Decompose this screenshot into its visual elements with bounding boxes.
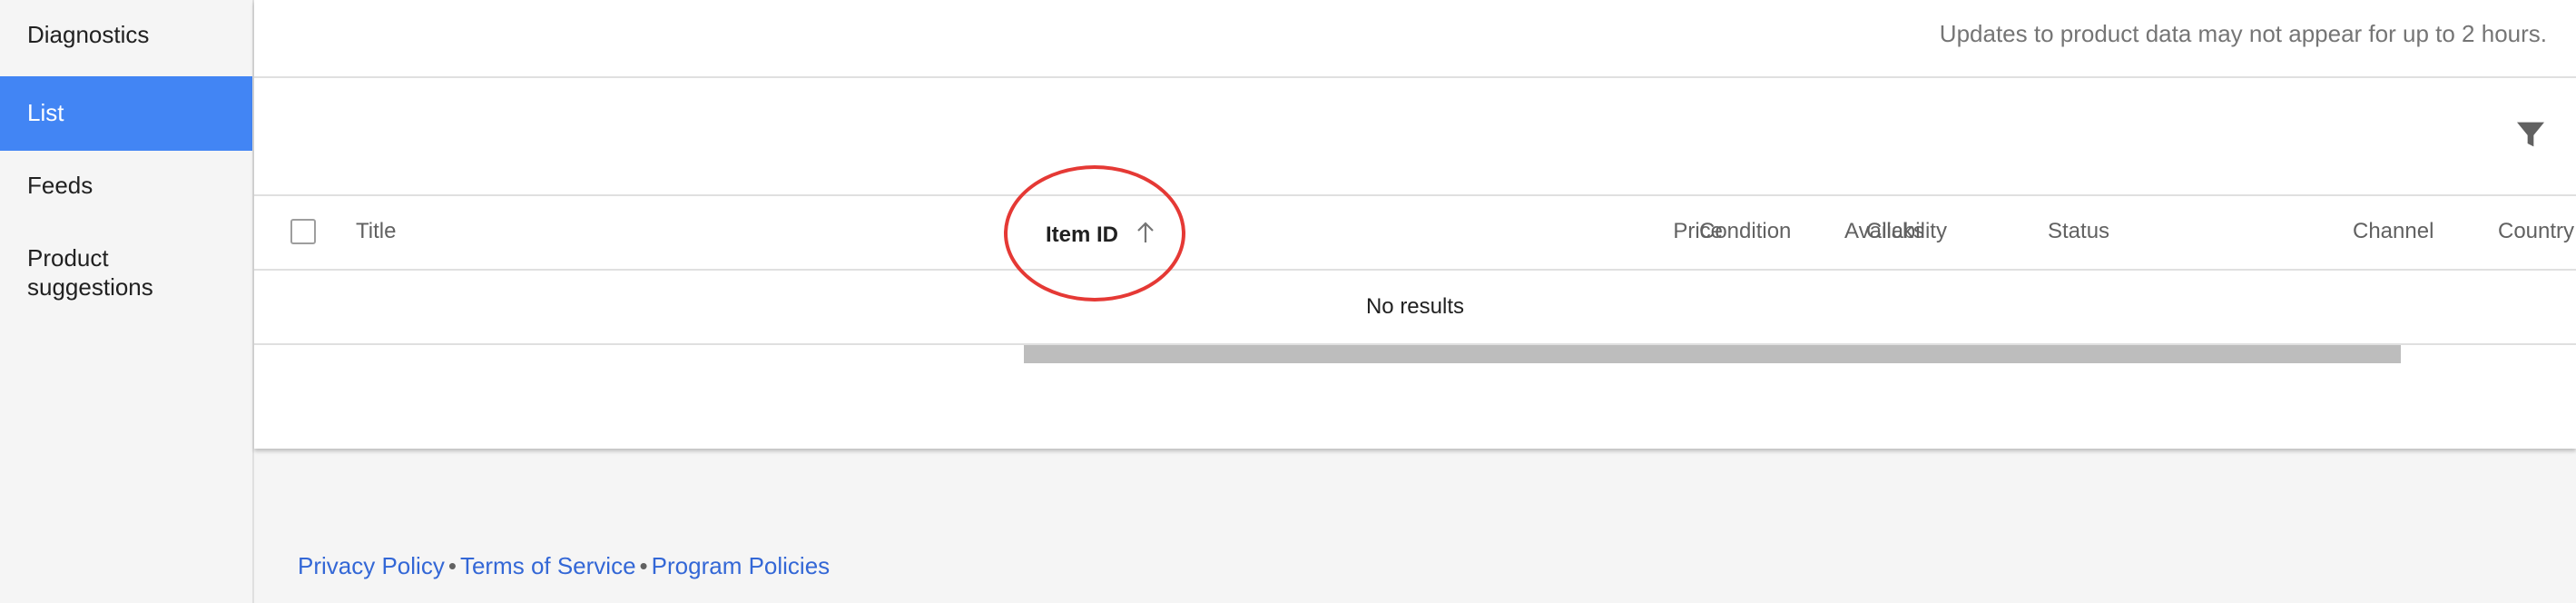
divider (254, 76, 2576, 78)
footer-separator: • (639, 552, 648, 579)
filter-icon[interactable] (2512, 116, 2549, 153)
column-header-title[interactable]: Title (356, 219, 396, 244)
horizontal-scrollbar[interactable] (1024, 345, 2401, 363)
sidebar-item-product-suggestions[interactable]: Product suggestions (0, 243, 218, 302)
footer-links: Privacy Policy • Terms of Service • Program … (298, 552, 830, 580)
privacy-policy-link[interactable]: Privacy Policy (298, 552, 445, 579)
sidebar-item-diagnostics[interactable]: Diagnostics (0, 20, 252, 62)
sort-ascending-icon[interactable] (1135, 220, 1156, 245)
product-list-card: Updates to product data may not appear f… (254, 0, 2576, 449)
sidebar: Diagnostics List Feeds Product suggestio… (0, 0, 254, 603)
column-header-channel[interactable]: Channel (2353, 219, 2433, 244)
divider (254, 194, 2576, 196)
sidebar-item-list[interactable]: List (0, 76, 252, 151)
column-header-condition[interactable]: Condition (1699, 219, 1791, 244)
divider (254, 269, 2576, 271)
footer-separator: • (447, 552, 457, 579)
program-policies-link[interactable]: Program Policies (652, 552, 831, 579)
sidebar-item-feeds[interactable]: Feeds (0, 171, 252, 213)
sidebar-item-label: Feeds (27, 172, 93, 199)
update-notice: Updates to product data may not appear f… (1939, 20, 2547, 47)
column-header-country[interactable]: Country (2498, 219, 2574, 244)
sidebar-item-label: List (27, 99, 64, 126)
terms-of-service-link[interactable]: Terms of Service (460, 552, 636, 579)
empty-table-message: No results (1365, 294, 1465, 319)
sidebar-item-label: Product suggestions (27, 244, 153, 301)
column-header-availability[interactable]: Availability (1844, 219, 1947, 244)
select-all-checkbox[interactable] (290, 219, 316, 244)
sidebar-item-label: Diagnostics (27, 21, 150, 48)
column-header-item-id[interactable]: Item ID (1046, 222, 1118, 248)
column-header-status[interactable]: Status (2048, 219, 2109, 244)
